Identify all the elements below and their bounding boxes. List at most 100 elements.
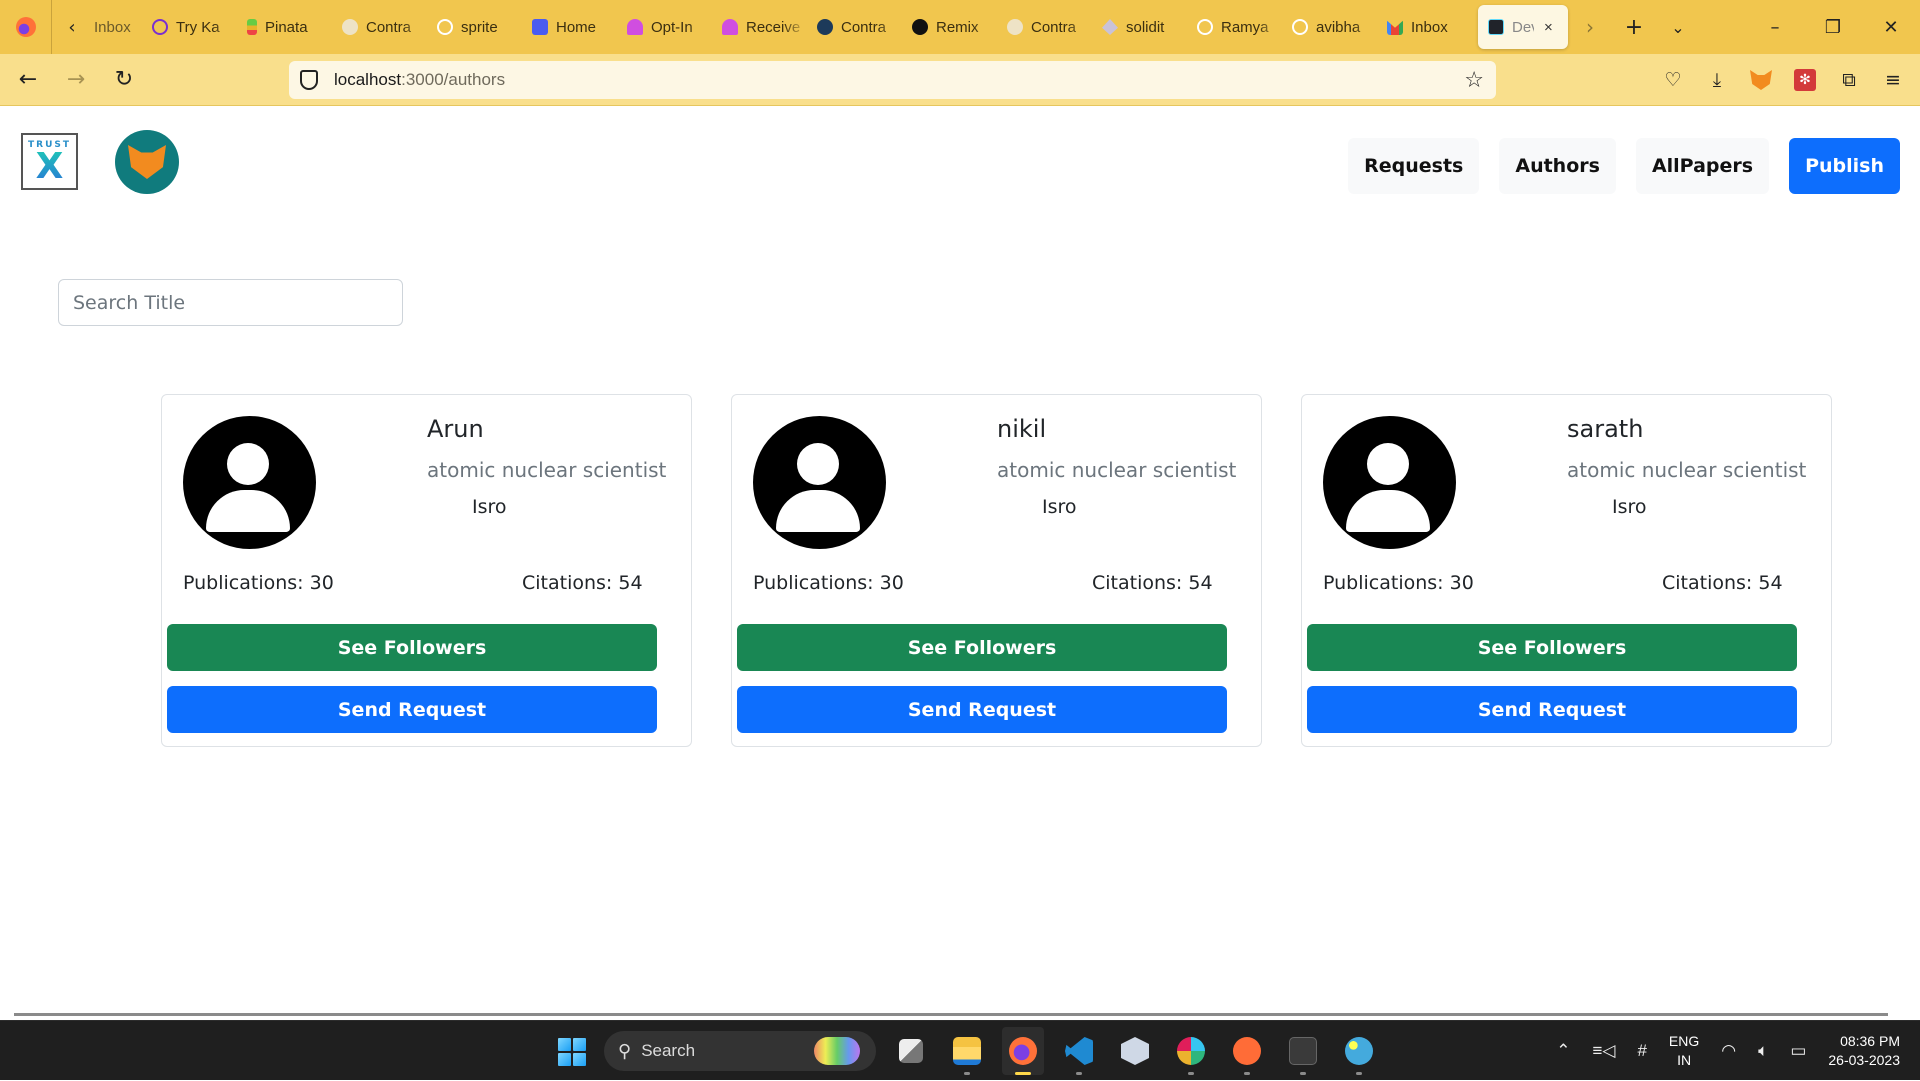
firefox-taskbar-icon[interactable] (1002, 1027, 1044, 1075)
list-all-tabs-icon[interactable]: ⌄ (1656, 5, 1700, 49)
browser-tab[interactable]: Receive (712, 5, 807, 49)
tab-label: Contra (841, 18, 887, 36)
hamburger-menu-icon[interactable]: ≡ (1878, 65, 1908, 95)
new-tab-button[interactable]: + (1612, 5, 1656, 49)
slack-tray-icon[interactable]: # (1637, 1041, 1646, 1061)
url-text[interactable]: localhost:3000/authors (334, 70, 505, 90)
browser-tab[interactable]: Contra (807, 5, 902, 49)
restore-icon[interactable]: ❐ (1804, 0, 1862, 54)
file-explorer-icon[interactable] (946, 1027, 988, 1075)
tab-label: Inbox (94, 18, 131, 36)
send-request-button[interactable]: Send Request (167, 686, 657, 733)
tracking-protection-shield-icon[interactable] (300, 70, 318, 90)
clock[interactable]: 08:36 PM 26-03-2023 (1828, 1032, 1900, 1070)
browser-tab[interactable]: Home (522, 5, 617, 49)
tab-label: Dev (1512, 18, 1534, 36)
vscode-icon[interactable] (1058, 1027, 1100, 1075)
see-followers-button[interactable]: See Followers (167, 624, 657, 671)
tab-scroll-right-button[interactable]: › (1568, 5, 1612, 49)
terminal-icon[interactable] (1282, 1027, 1324, 1075)
trustx-logo[interactable]: TRUST X (21, 133, 78, 190)
address-bar[interactable]: localhost:3000/authors ☆ (289, 61, 1496, 186)
browser-nav-bar: ← → ↻ localhost:3000/authors ☆ ♡ ⤓ ✻ ⧉ ≡ (0, 54, 1920, 186)
tab-label: solidit (1126, 18, 1165, 36)
browser-tab[interactable]: Inbox (92, 5, 142, 49)
language-indicator[interactable]: ENG IN (1669, 1032, 1699, 1070)
nav-authors-button[interactable]: Authors (1499, 138, 1616, 194)
browser-tab[interactable]: Remix (902, 5, 997, 49)
see-followers-button[interactable]: See Followers (737, 624, 1227, 671)
language-code: ENG (1668, 1033, 1700, 1049)
task-view-icon[interactable] (890, 1027, 932, 1075)
browser-tab-active[interactable]: Dev × (1478, 5, 1568, 49)
author-organization: Isro (472, 496, 507, 518)
clock-date: 26-03-2023 (1828, 1052, 1900, 1068)
forward-icon[interactable]: → (56, 60, 96, 100)
clock-time: 08:36 PM (1840, 1033, 1900, 1049)
browser-tab[interactable]: Inbox (1377, 5, 1472, 49)
nav-allpapers-button[interactable]: AllPapers (1635, 138, 1770, 194)
browser-tab[interactable]: solidit (1092, 5, 1187, 49)
nav-requests-button[interactable]: Requests (1348, 138, 1480, 194)
taskbar-search-box[interactable]: ⚲ Search (604, 1031, 876, 1071)
browser-toolbar-right: ♡ ⤓ ✻ ⧉ ≡ (1658, 60, 1908, 100)
browser-tab[interactable]: avibha (1282, 5, 1377, 49)
see-followers-button[interactable]: See Followers (1307, 624, 1797, 671)
browser-tab[interactable]: Contra (997, 5, 1092, 49)
extensions-puzzle-icon[interactable]: ⧉ (1834, 65, 1864, 95)
volume-icon[interactable]: 🔈︎ (1758, 1041, 1768, 1061)
tab-scroll-left-button[interactable]: ‹ (52, 0, 92, 54)
metamask-extension-icon[interactable] (1746, 65, 1776, 95)
react-devtools-extension-icon[interactable]: ✻ (1790, 65, 1820, 95)
browser-tab[interactable]: Ramya (1187, 5, 1282, 49)
system-tray: ⌃ ≡◁ # ENG IN ◠ 🔈︎ ▭ 08:36 PM 26-03-2023 (1556, 1021, 1900, 1081)
user-avatar-icon (753, 416, 886, 549)
openai-icon (152, 19, 168, 35)
battery-icon[interactable]: ▭ (1790, 1041, 1806, 1061)
tab-label: Home (556, 18, 597, 36)
firefox-menu-icon[interactable] (0, 0, 52, 54)
bell-icon (627, 19, 643, 35)
metamask-fox-icon (128, 145, 166, 179)
user-avatar-icon (183, 416, 316, 549)
minimize-icon[interactable]: – (1746, 0, 1804, 54)
notification-speaker-icon[interactable]: ≡◁ (1592, 1041, 1615, 1061)
browser-tab[interactable]: Opt-In (617, 5, 712, 49)
tab-list: Inbox Try Ka Pinata Contra sprite Home O… (92, 0, 1568, 54)
browser-tab[interactable]: Pinata (237, 5, 332, 49)
search-icon: ⚲ (618, 1040, 632, 1061)
search-highlight-icon (814, 1037, 860, 1065)
top-navigation: Requests Authors AllPapers Publish (1348, 138, 1900, 194)
windows-start-icon[interactable] (558, 1038, 586, 1066)
search-title-input[interactable] (58, 279, 403, 326)
show-hidden-icons-chevron-icon[interactable]: ⌃ (1556, 1041, 1570, 1061)
window-controls: – ❐ ✕ (1746, 0, 1920, 54)
author-organization: Isro (1612, 496, 1647, 518)
paint-icon[interactable] (1338, 1027, 1380, 1075)
postman-icon[interactable] (1226, 1027, 1268, 1075)
region-code: IN (1677, 1052, 1692, 1068)
browser-tab[interactable]: Try Ka (142, 5, 237, 49)
reload-icon[interactable]: ↻ (104, 60, 144, 100)
browser-tab[interactable]: Contra (332, 5, 427, 49)
pocket-icon[interactable]: ♡ (1658, 65, 1688, 95)
app-icon (532, 19, 548, 35)
send-request-button[interactable]: Send Request (737, 686, 1227, 733)
url-path: :3000/authors (401, 70, 506, 89)
wifi-icon[interactable]: ◠ (1721, 1041, 1736, 1061)
back-icon[interactable]: ← (8, 60, 48, 100)
send-request-button[interactable]: Send Request (1307, 686, 1797, 733)
bookmark-star-icon[interactable]: ☆ (1464, 68, 1484, 93)
publish-button[interactable]: Publish (1789, 138, 1900, 194)
close-tab-icon[interactable]: × (1544, 19, 1553, 36)
close-window-icon[interactable]: ✕ (1862, 0, 1920, 54)
metamask-avatar[interactable] (115, 130, 179, 194)
horizontal-scrollbar[interactable] (14, 1013, 1888, 1016)
downloads-icon[interactable]: ⤓ (1702, 65, 1732, 95)
slack-icon[interactable] (1170, 1027, 1212, 1075)
virtualbox-icon[interactable] (1114, 1027, 1156, 1075)
contract-dark-icon (817, 19, 833, 35)
browser-tab[interactable]: sprite (427, 5, 522, 49)
tab-label: Contra (1031, 18, 1077, 36)
pinata-icon (247, 19, 257, 35)
